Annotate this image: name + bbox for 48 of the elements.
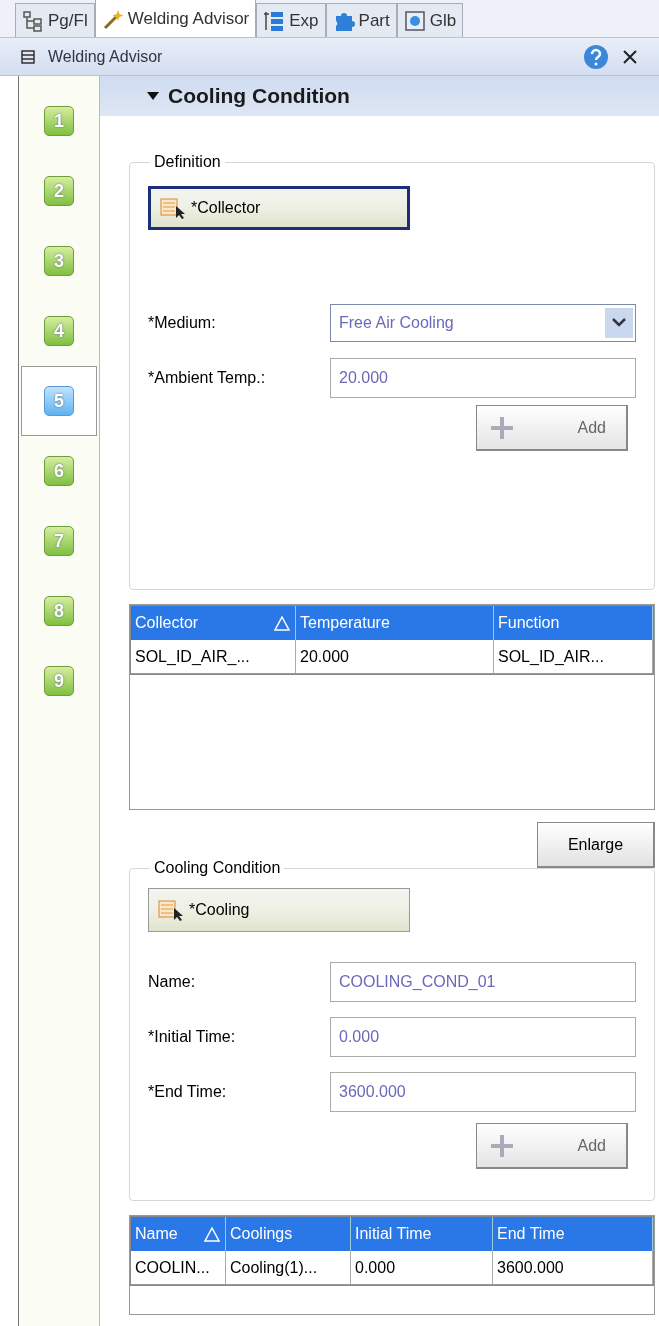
panel-title: Welding Advisor [48,46,163,67]
table-cell: 20.000 [296,640,494,673]
column-header[interactable]: Temperature [296,606,494,640]
panel-tab[interactable]: Pg/Fl [15,3,95,37]
group-title: Definition [153,152,222,172]
plus-icon [489,414,515,441]
column-header[interactable]: Initial Time [351,1217,493,1251]
column-header[interactable]: End Time [493,1217,653,1251]
text-field[interactable]: 20.000 [330,357,636,398]
list-pointer-icon [157,898,185,922]
text-field[interactable]: 0.000 [330,1016,636,1057]
field-label: Name: [148,971,197,992]
help-icon[interactable] [583,43,609,70]
plus-icon [489,1132,515,1159]
add-button[interactable]: Add [476,1123,628,1169]
column-header[interactable]: Function [494,606,653,640]
column-header[interactable]: Name [131,1217,226,1251]
field-label: *Medium: [148,312,217,333]
panel-tab[interactable]: Exp [256,3,326,37]
table-cell: 3600.000 [493,1251,653,1284]
field-label: *Ambient Temp.: [148,367,267,388]
chevron-down-icon [605,307,633,338]
collapse-icon [20,48,36,65]
select-button[interactable]: *Collector [148,186,410,230]
panel-tab[interactable]: Welding Advisor [94,0,257,37]
list-icon [263,9,286,32]
dropdown-field[interactable]: Free Air Cooling [330,303,636,342]
add-button[interactable]: Add [476,405,628,451]
field-label: *End Time: [148,1081,228,1102]
group-title: Cooling Condition [153,858,282,878]
column-header[interactable]: Coolings [226,1217,351,1251]
panel-tab[interactable]: Part [325,3,397,37]
table-cell: SOL_ID_AIR... [494,640,653,673]
tree-icon [22,9,44,32]
table-cell: SOL_ID_AIR_... [131,640,296,673]
field-label: *Initial Time: [148,1026,237,1047]
close-icon[interactable] [621,47,639,66]
panel-tab[interactable]: Glb [396,3,464,37]
table-cell: 0.000 [351,1251,493,1284]
text-field[interactable]: COOLING_COND_01 [330,961,636,1002]
enlarge-button[interactable]: Enlarge [537,822,655,868]
column-header[interactable]: Collector [131,606,296,640]
list-pointer-icon [159,196,187,220]
table-cell: Cooling(1)... [226,1251,351,1284]
select-button[interactable]: *Cooling [148,888,410,932]
text-field[interactable]: 3600.000 [330,1071,636,1112]
table-cell: COOLIN... [131,1251,226,1284]
caret-icon [146,90,160,102]
